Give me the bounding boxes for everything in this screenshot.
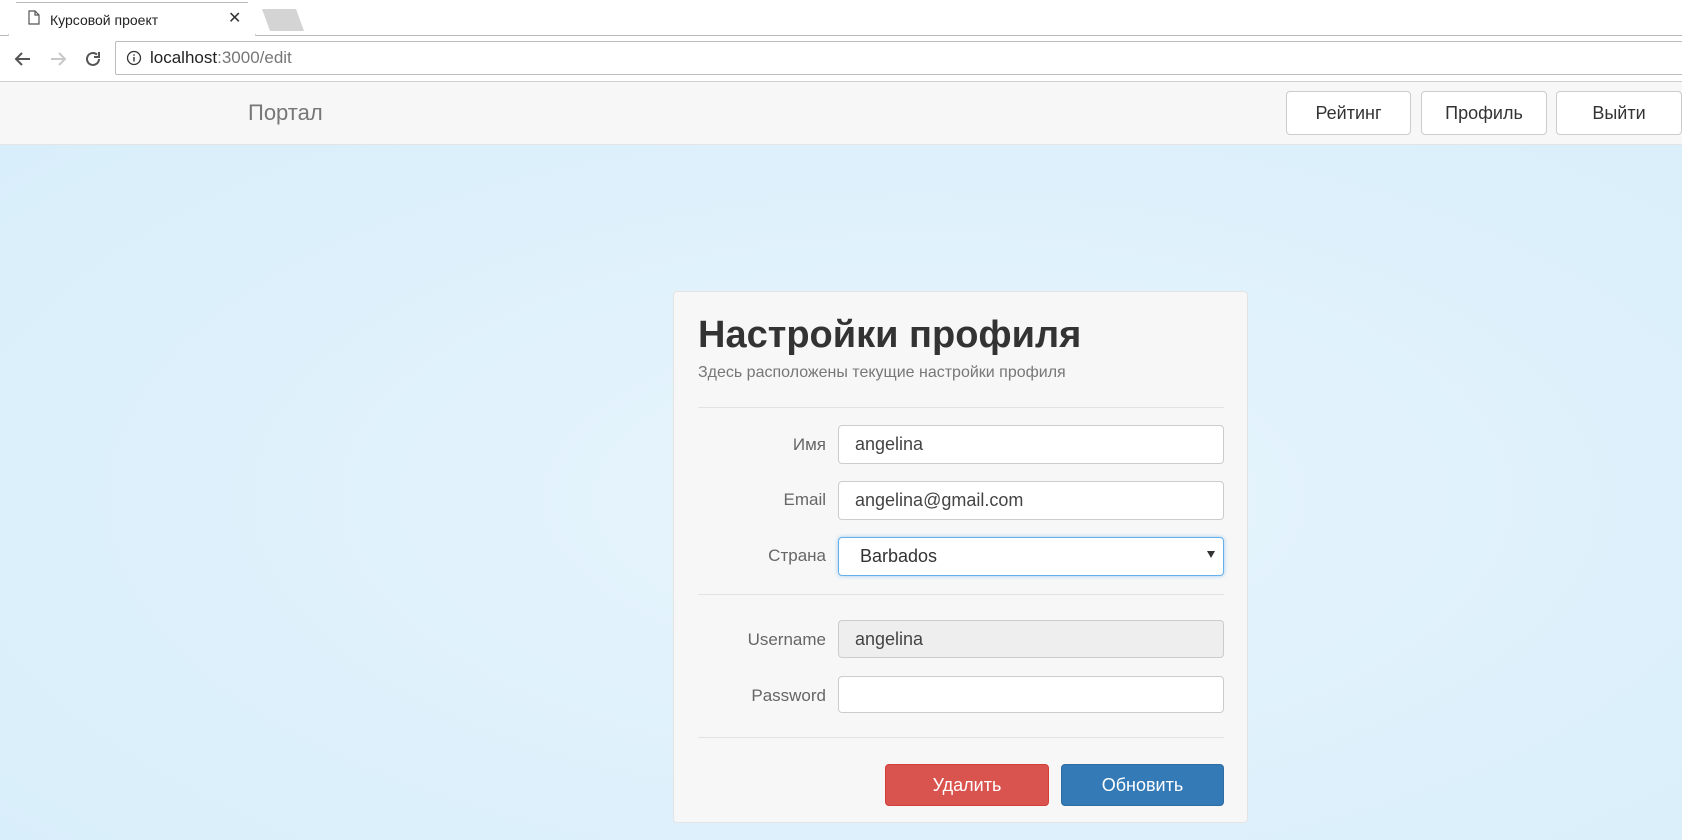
password-field[interactable] [838, 676, 1224, 713]
page-body: Портал Рейтинг Профиль Выйти Настройки п… [0, 82, 1682, 840]
info-icon[interactable] [126, 50, 142, 66]
chevron-down-icon [1207, 551, 1215, 558]
password-label: Password [751, 686, 826, 705]
profile-settings-card: Настройки профиля Здесь расположены теку… [673, 291, 1248, 823]
rating-button[interactable]: Рейтинг [1286, 91, 1411, 135]
brand-link[interactable]: Портал [248, 100, 323, 126]
page-subtitle: Здесь расположены текущие настройки проф… [698, 364, 1066, 381]
username-label: Username [747, 630, 826, 649]
email-field[interactable]: angelina@gmail.com [838, 481, 1224, 520]
forward-icon[interactable] [45, 46, 71, 72]
browser-tabstrip: Курсовой проект ✕ [0, 0, 1682, 36]
delete-button[interactable]: Удалить [885, 764, 1049, 806]
site-navbar: Портал Рейтинг Профиль Выйти [0, 82, 1682, 145]
divider [698, 407, 1224, 408]
browser-tab[interactable]: Курсовой проект [8, 2, 256, 37]
email-label: Email [783, 490, 826, 509]
url-host: localhost [150, 48, 218, 67]
browser-toolbar: localhost:3000/edit [0, 36, 1682, 82]
profile-button[interactable]: Профиль [1421, 91, 1547, 135]
address-bar[interactable]: localhost:3000/edit [115, 41, 1682, 75]
new-tab-button[interactable] [262, 9, 304, 31]
divider [698, 737, 1224, 738]
url-path: :3000/edit [217, 48, 292, 67]
page-title: Настройки профиля [698, 314, 1082, 356]
name-field[interactable]: angelina [838, 425, 1224, 464]
page-icon [28, 9, 40, 30]
name-label: Имя [792, 435, 826, 454]
tab-title: Курсовой проект [50, 11, 159, 28]
country-select-value: Barbados [860, 546, 938, 566]
country-select[interactable]: Barbados [838, 537, 1224, 576]
username-field: angelina [838, 620, 1224, 658]
reload-icon[interactable] [80, 46, 106, 72]
logout-button[interactable]: Выйти [1556, 91, 1682, 135]
country-label: Страна [768, 546, 826, 565]
divider [698, 594, 1224, 595]
back-icon[interactable] [10, 46, 36, 72]
close-icon[interactable]: ✕ [228, 8, 241, 28]
update-button[interactable]: Обновить [1061, 764, 1224, 806]
